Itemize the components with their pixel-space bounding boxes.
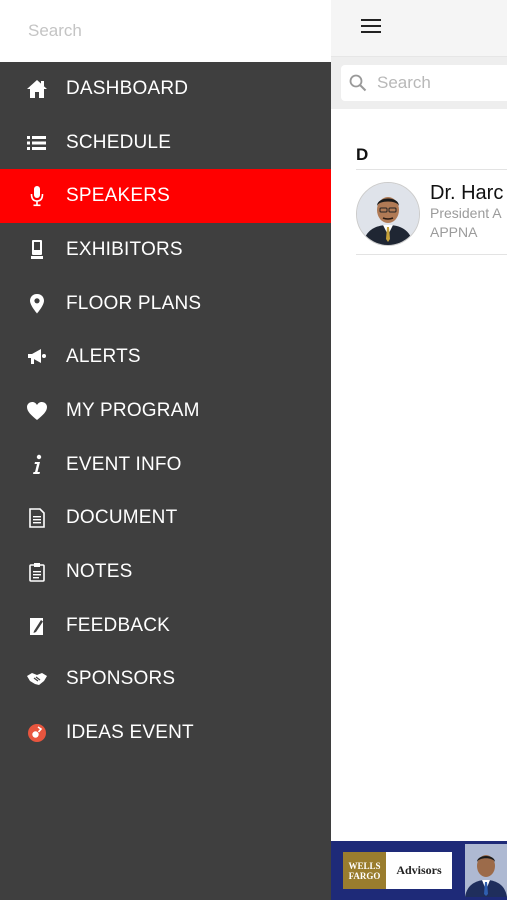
hamburger-menu-icon[interactable] <box>361 19 381 35</box>
menu-label: DOCUMENT <box>66 507 178 529</box>
menu-label: MY PROGRAM <box>66 399 200 421</box>
heart-icon <box>26 400 48 422</box>
info-icon <box>26 454 48 476</box>
megaphone-icon <box>26 346 48 368</box>
banner-photo <box>465 844 507 897</box>
menu-label: SPEAKERS <box>66 185 171 207</box>
divider <box>356 169 507 170</box>
menu-label: NOTES <box>66 561 133 583</box>
sponsor-brand-line-2: FARGO <box>348 870 381 881</box>
sponsor-logo: WELLS FARGO <box>343 852 386 889</box>
menu-item-speakers[interactable]: SPEAKERS <box>0 169 331 224</box>
speaker-search-bar <box>331 57 507 109</box>
menu-item-document[interactable]: DOCUMENT <box>0 492 331 546</box>
menu-label: DASHBOARD <box>66 77 189 99</box>
speaker-search-box[interactable] <box>341 65 507 101</box>
sponsor-ad-banner[interactable]: WELLS FARGO Advisors <box>331 841 507 900</box>
microphone-icon <box>26 185 48 207</box>
speaker-name: Dr. Harc <box>430 182 504 204</box>
booth-icon <box>26 239 48 261</box>
feedback-icon <box>26 615 48 637</box>
search-icon <box>349 74 367 92</box>
section-header: D <box>356 145 369 164</box>
menu-item-notes[interactable]: NOTES <box>0 545 331 599</box>
menu-label: FLOOR PLANS <box>66 292 202 314</box>
side-menu: DASHBOARD SCHEDULE SPEAKERS EXHIBITORS F… <box>0 0 331 900</box>
clipboard-icon <box>26 561 48 583</box>
speaker-list-item[interactable]: Dr. Harc President A APPNA <box>356 172 507 255</box>
speakers-panel: D Dr. Harc President A APPNA WELLS FARGO… <box>331 0 507 900</box>
menu-item-event-info[interactable]: EVENT INFO <box>0 438 331 492</box>
top-bar <box>331 0 507 57</box>
handshake-icon <box>26 668 48 690</box>
menu-item-schedule[interactable]: SCHEDULE <box>0 116 331 170</box>
menu-item-my-program[interactable]: MY PROGRAM <box>0 384 331 438</box>
ideas-event-icon <box>26 722 48 744</box>
menu-item-sponsors[interactable]: SPONSORS <box>0 653 331 707</box>
speaker-search-input[interactable] <box>375 72 507 94</box>
menu-label: EVENT INFO <box>66 453 182 475</box>
menu-item-feedback[interactable]: FEEDBACK <box>0 599 331 653</box>
menu-search-bar <box>0 0 331 62</box>
menu-label: EXHIBITORS <box>66 238 183 260</box>
menu-list: DASHBOARD SCHEDULE SPEAKERS EXHIBITORS F… <box>0 62 331 760</box>
menu-item-alerts[interactable]: ALERTS <box>0 330 331 384</box>
menu-search-input[interactable] <box>26 20 310 42</box>
menu-item-ideas-event[interactable]: IDEAS EVENT <box>0 706 331 760</box>
map-pin-icon <box>26 293 48 315</box>
menu-item-exhibitors[interactable]: EXHIBITORS <box>0 223 331 277</box>
menu-label: IDEAS EVENT <box>66 722 194 744</box>
list-icon <box>26 132 48 154</box>
speaker-title: President A <box>430 205 502 221</box>
menu-label: ALERTS <box>66 346 141 368</box>
speaker-avatar <box>356 182 420 246</box>
menu-item-floor-plans[interactable]: FLOOR PLANS <box>0 277 331 331</box>
menu-label: SCHEDULE <box>66 131 172 153</box>
menu-label: SPONSORS <box>66 668 176 690</box>
sponsor-advisors-text: Advisors <box>386 852 452 889</box>
menu-label: FEEDBACK <box>66 614 171 636</box>
sponsor-brand-line-1: WELLS <box>348 860 381 871</box>
menu-item-dashboard[interactable]: DASHBOARD <box>0 62 331 116</box>
speaker-organization: APPNA <box>430 224 478 240</box>
home-icon <box>26 78 48 100</box>
document-icon <box>26 507 48 529</box>
